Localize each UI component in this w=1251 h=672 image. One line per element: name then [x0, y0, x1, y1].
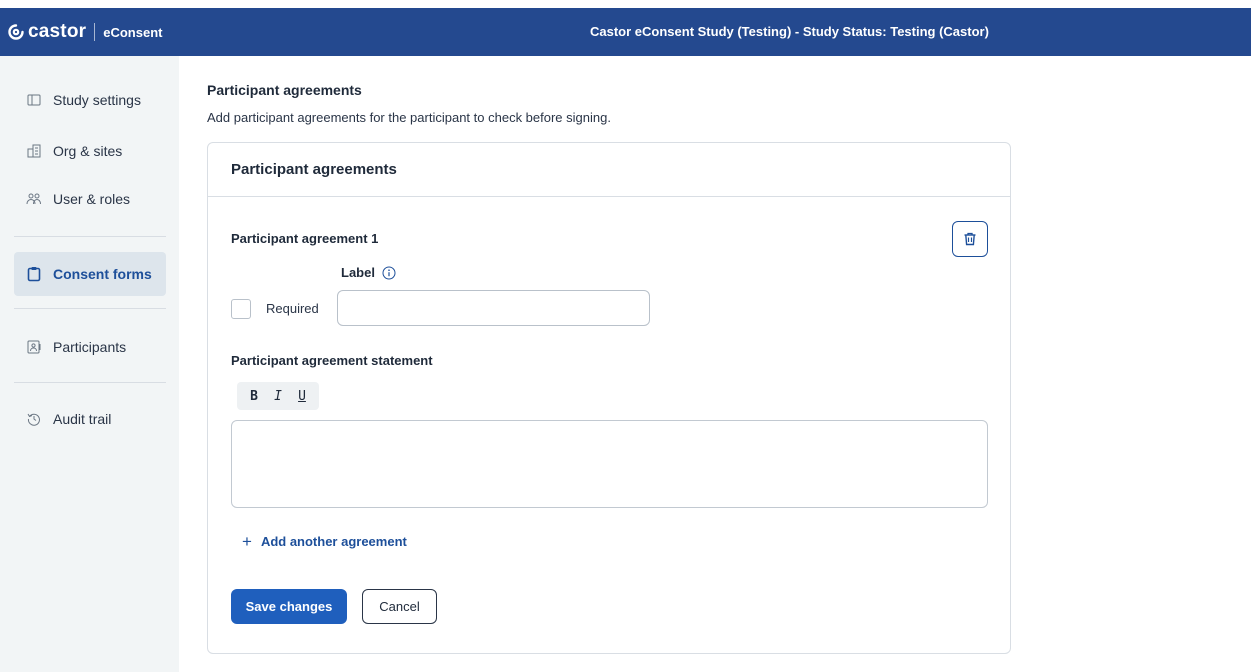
save-button[interactable]: Save changes — [231, 589, 347, 624]
page-subtitle: Add participant agreements for the parti… — [207, 110, 611, 125]
bold-button[interactable]: B — [243, 385, 265, 407]
settings-page-icon — [26, 92, 42, 108]
study-title: Castor eConsent Study (Testing) - Study … — [590, 24, 989, 39]
castor-logo: castor — [8, 21, 86, 43]
brand-name: castor — [28, 21, 87, 42]
sidebar-divider — [14, 382, 166, 383]
top-bar: castor eConsent Castor eConsent Study (T… — [0, 8, 1251, 56]
sidebar-item-label: Audit trail — [53, 411, 112, 427]
cancel-button[interactable]: Cancel — [362, 589, 437, 624]
required-label: Required — [266, 301, 319, 316]
format-toolbar: B I U — [237, 382, 319, 410]
users-icon — [26, 191, 42, 207]
buildings-icon — [26, 143, 42, 159]
label-input[interactable] — [337, 290, 650, 326]
participants-icon — [26, 339, 42, 355]
plus-icon: + — [242, 532, 252, 551]
sidebar-item-label: Participants — [53, 339, 127, 355]
add-agreement-label: Add another agreement — [260, 534, 407, 549]
sidebar-item-label: Study settings — [53, 92, 141, 108]
brand-divider — [94, 23, 96, 41]
main-content: Participant agreements Add participant a… — [207, 56, 1251, 672]
castor-logo-icon — [8, 24, 24, 40]
agreement-title: Participant agreement 1 — [231, 231, 379, 246]
sidebar: Study settings Org & sites User & roles … — [0, 56, 179, 672]
sidebar-divider — [14, 308, 166, 309]
sidebar-item-study-settings[interactable]: Study settings — [14, 78, 166, 122]
sidebar-item-consent-forms[interactable]: Consent forms — [14, 252, 166, 296]
brand[interactable]: castor eConsent — [0, 8, 162, 56]
sidebar-item-participants[interactable]: Participants — [14, 325, 166, 369]
statement-editor[interactable] — [231, 420, 988, 508]
delete-agreement-button[interactable] — [952, 221, 988, 257]
page-title: Participant agreements — [207, 82, 362, 98]
trash-icon — [964, 232, 976, 246]
underline-button[interactable]: U — [291, 385, 313, 407]
product-name: eConsent — [103, 24, 163, 40]
history-icon — [26, 411, 42, 427]
agreements-card: Participant agreements Participant agree… — [207, 142, 1011, 654]
sidebar-divider — [14, 236, 166, 237]
sidebar-item-audit-trail[interactable]: Audit trail — [14, 397, 166, 441]
label-text: Label — [341, 265, 375, 280]
sidebar-item-label: User & roles — [53, 191, 131, 207]
sidebar-item-user-roles[interactable]: User & roles — [14, 177, 166, 221]
sidebar-item-label: Consent forms — [53, 266, 152, 282]
card-header: Participant agreements — [208, 143, 1010, 197]
italic-button[interactable]: I — [267, 385, 289, 407]
statement-title: Participant agreement statement — [231, 353, 433, 368]
clipboard-icon — [26, 266, 42, 282]
label-field-label: Label — [341, 265, 396, 280]
sidebar-item-label: Org & sites — [53, 143, 123, 159]
sidebar-item-org-sites[interactable]: Org & sites — [14, 129, 166, 173]
required-checkbox[interactable] — [231, 299, 251, 319]
info-icon[interactable] — [382, 266, 396, 280]
add-agreement-link[interactable]: + Add another agreement — [242, 533, 407, 550]
